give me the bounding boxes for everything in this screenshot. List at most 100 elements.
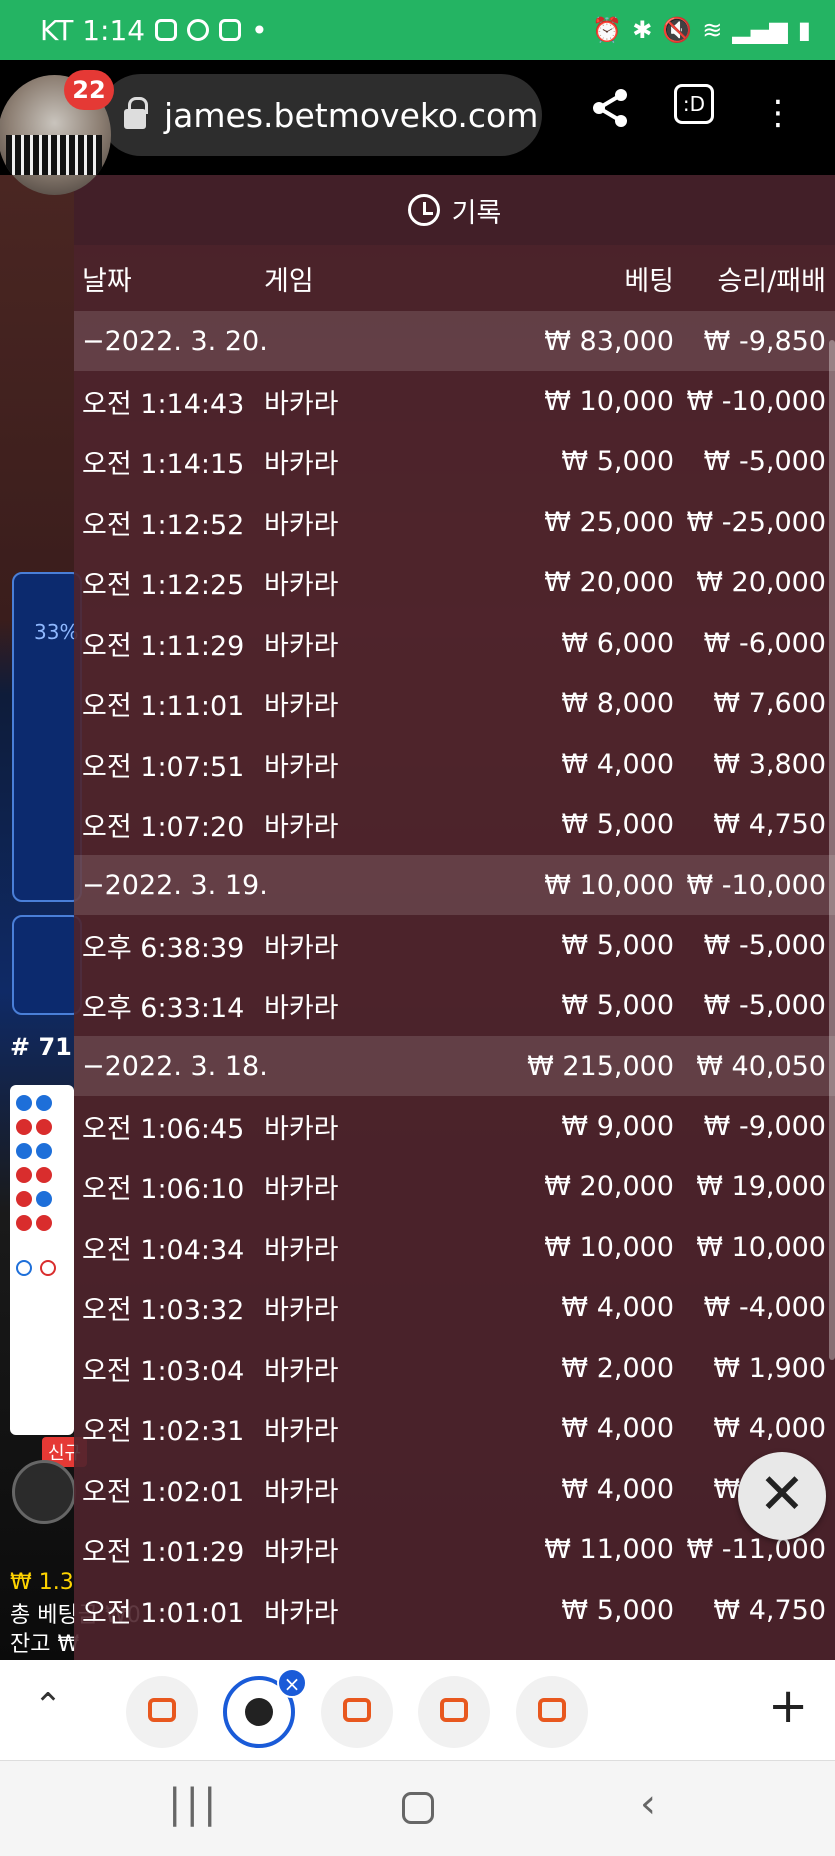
row-win-loss: ₩ 1,900 (713, 1352, 826, 1384)
row-bet: ₩ 4,000 (561, 1292, 674, 1324)
balance-amount: ₩ 1.3 (10, 1570, 74, 1595)
back-icon[interactable]: ‹ (640, 1781, 656, 1827)
row-time: 오전 1:07:51 (82, 751, 245, 783)
more-vert-icon[interactable]: ⋮ (754, 88, 802, 138)
row-win-loss: ₩ -10,000 (686, 385, 827, 417)
row-time: 오전 1:11:01 (82, 691, 245, 723)
globe-icon (245, 1698, 273, 1726)
history-panel: 기록 날짜 게임 베팅 승리/패배 −2022. 3. 20. ₩ 83,000… (74, 175, 835, 1660)
close-icon[interactable]: ✕ (738, 1452, 826, 1540)
row-win-loss: ₩ -5,000 (703, 929, 826, 961)
row-time: 오전 1:02:31 (82, 1416, 245, 1448)
row-bet: ₩ 8,000 (561, 688, 674, 720)
row-win-loss: ₩ -4,000 (703, 1292, 826, 1324)
row-win-loss: ₩ 3,800 (713, 748, 826, 780)
history-row[interactable]: 오전 1:12:25 바카라 ₩ 20,000 ₩ 20,000 (74, 553, 835, 614)
chat-tab-icon[interactable] (516, 1676, 588, 1748)
chat-tab-icon[interactable] (126, 1676, 198, 1748)
tab-switcher-button[interactable]: :D (674, 84, 714, 124)
row-game: 바카라 (264, 993, 339, 1025)
group-bet-total: ₩ 215,000 (527, 1050, 674, 1082)
group-win-loss-total: ₩ -9,850 (703, 325, 826, 357)
player-dot (36, 1143, 52, 1159)
row-game: 바카라 (264, 1416, 339, 1448)
row-time: 오전 1:01:01 (82, 1597, 245, 1629)
browser-toolbar: james.betmoveko.com :D ⋮ (0, 60, 835, 175)
row-time: 오후 6:33:14 (82, 993, 245, 1025)
row-bet: ₩ 20,000 (544, 567, 674, 599)
col-date: 날짜 (82, 265, 132, 297)
row-bet: ₩ 5,000 (561, 446, 674, 478)
history-row[interactable]: 오전 1:06:45 바카라 ₩ 9,000 ₩ -9,000 (74, 1096, 835, 1157)
row-win-loss: ₩ 20,000 (696, 567, 826, 599)
player-dot (36, 1191, 52, 1207)
row-bet: ₩ 10,000 (544, 1231, 674, 1263)
history-row[interactable]: 오후 6:33:14 바카라 ₩ 5,000 ₩ -5,000 (74, 976, 835, 1037)
history-row[interactable]: 오전 1:12:52 바카라 ₩ 25,000 ₩ -25,000 (74, 492, 835, 553)
row-win-loss: ₩ 4,000 (713, 1413, 826, 1445)
row-time: 오전 1:06:45 (82, 1113, 245, 1145)
row-game: 바카라 (264, 812, 339, 844)
drop-icon (187, 19, 210, 41)
chip-button[interactable] (12, 1460, 76, 1524)
history-row[interactable]: 오전 1:11:29 바카라 ₩ 6,000 ₩ -6,000 (74, 613, 835, 674)
chat-tab-icon[interactable] (321, 1676, 393, 1748)
history-row[interactable]: 오전 1:07:20 바카라 ₩ 5,000 ₩ 4,750 (74, 795, 835, 856)
player-dot (16, 1143, 32, 1159)
mute-icon: 🔇 (662, 16, 693, 44)
row-win-loss: ₩ -11,000 (686, 1534, 827, 1566)
history-row[interactable]: 오전 1:14:15 바카라 ₩ 5,000 ₩ -5,000 (74, 432, 835, 493)
share-icon[interactable] (586, 88, 634, 138)
system-nav-bar: ||| ‹ (0, 1760, 835, 1856)
betting-panel-secondary[interactable] (12, 915, 82, 1015)
row-game: 바카라 (264, 1355, 339, 1387)
row-time: 오전 1:02:01 (82, 1476, 245, 1508)
close-tab-button[interactable]: × (277, 1668, 307, 1698)
browser-tab-active-icon[interactable]: × (223, 1668, 307, 1748)
date-group-row[interactable]: −2022. 3. 20. ₩ 83,000 ₩ -9,850 (74, 311, 835, 371)
home-icon[interactable] (402, 1792, 434, 1824)
history-row[interactable]: 오전 1:06:10 바카라 ₩ 20,000 ₩ 19,000 (74, 1157, 835, 1218)
row-game: 바카라 (264, 932, 339, 964)
row-win-loss: ₩ -5,000 (703, 446, 826, 478)
status-bar: KT 1:14 • ⏰ ✱ 🔇 ≋ ▂▄▆ ▮ (0, 0, 835, 60)
balance-label: 잔고 ₩ (10, 1632, 80, 1657)
chat-tab-icon[interactable] (418, 1676, 490, 1748)
history-row[interactable]: 오전 1:14:43 바카라 ₩ 10,000 ₩ -10,000 (74, 371, 835, 432)
history-scrollbar[interactable] (829, 340, 835, 1360)
history-row[interactable]: 오전 1:01:01 바카라 ₩ 5,000 ₩ 4,750 (74, 1580, 835, 1641)
banker-dot (36, 1215, 52, 1231)
row-bet: ₩ 4,000 (561, 748, 674, 780)
round-number: # 71 (10, 1033, 72, 1061)
lock-icon (124, 97, 148, 129)
row-bet: ₩ 6,000 (561, 627, 674, 659)
history-icon (407, 194, 440, 226)
recents-icon[interactable]: ||| (168, 1781, 220, 1827)
row-time: 오전 1:06:10 (82, 1174, 245, 1206)
history-row[interactable]: 오전 1:11:01 바카라 ₩ 8,000 ₩ 7,600 (74, 674, 835, 735)
row-win-loss: ₩ 4,750 (713, 1594, 826, 1626)
date-group-row[interactable]: −2022. 3. 18. ₩ 215,000 ₩ 40,050 (74, 1036, 835, 1096)
history-row[interactable]: 오전 1:02:01바카라₩ 4,000₩ 4,000 (74, 1459, 835, 1520)
row-game: 바카라 (264, 1174, 339, 1206)
history-row[interactable]: 오전 1:04:34 바카라 ₩ 10,000 ₩ 10,000 (74, 1217, 835, 1278)
history-row[interactable]: 오전 1:01:29 바카라 ₩ 11,000 ₩ -11,000 (74, 1520, 835, 1581)
row-time: 오전 1:07:20 (82, 812, 245, 844)
row-time: 오전 1:12:25 (82, 570, 245, 602)
date-group-row[interactable]: −2022. 3. 19. ₩ 10,000 ₩ -10,000 (74, 855, 835, 915)
banker-dot (16, 1119, 32, 1135)
history-row[interactable]: 오전 1:02:31 바카라 ₩ 4,000 ₩ 4,000 (74, 1399, 835, 1460)
history-row[interactable]: 오전 1:07:51 바카라 ₩ 4,000 ₩ 3,800 (74, 734, 835, 795)
notification-dot: • (251, 13, 268, 47)
roadmap-board (10, 1085, 74, 1435)
history-row[interactable]: 오전 1:03:04 바카라 ₩ 2,000 ₩ 1,900 (74, 1338, 835, 1399)
banker-dot (36, 1167, 52, 1183)
row-game: 바카라 (264, 630, 339, 662)
history-row[interactable]: 오후 6:38:39 바카라 ₩ 5,000 ₩ -5,000 (74, 915, 835, 976)
history-row[interactable]: 오전 1:03:32 바카라 ₩ 4,000 ₩ -4,000 (74, 1278, 835, 1339)
row-win-loss: ₩ -6,000 (703, 627, 826, 659)
row-game: 바카라 (264, 1113, 339, 1145)
chevron-up-icon[interactable]: ⌃ (28, 1686, 68, 1726)
plus-icon[interactable]: + (768, 1678, 808, 1734)
address-bar[interactable]: james.betmoveko.com (100, 74, 542, 156)
